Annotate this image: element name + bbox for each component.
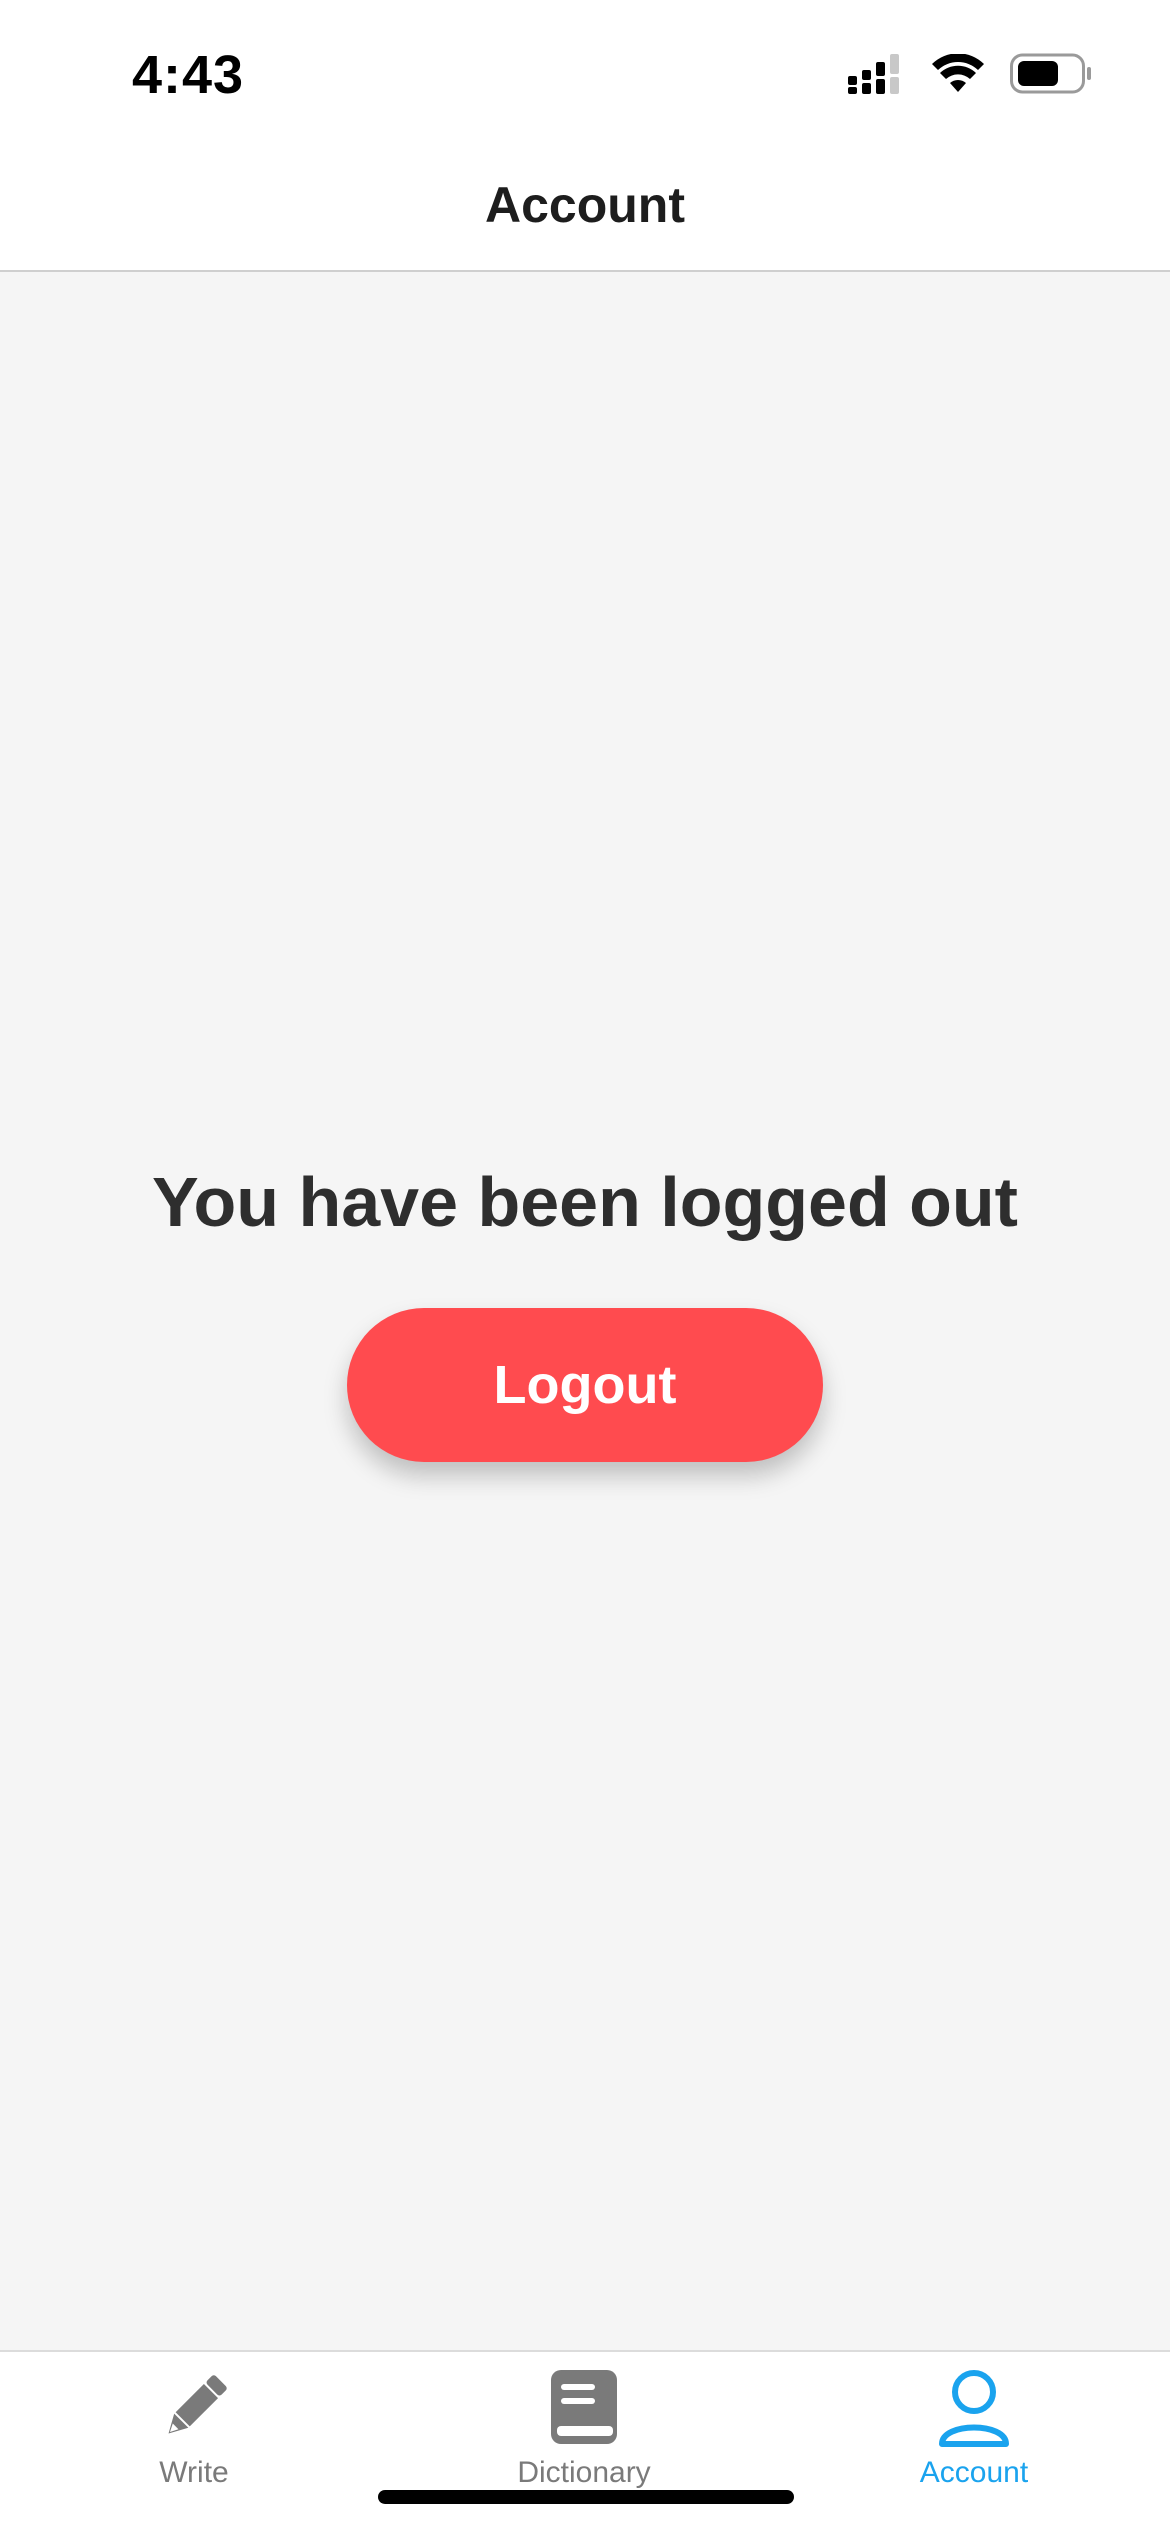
status-bar: 4:43 [0, 0, 1170, 148]
tab-label: Write [159, 2456, 229, 2489]
home-indicator[interactable] [378, 2490, 794, 2504]
book-icon [542, 2366, 626, 2450]
user-icon [932, 2366, 1016, 2450]
pencil-icon [152, 2366, 236, 2450]
main-content: You have been logged out Logout [0, 272, 1170, 2350]
tab-bar: Write Dictionary Account [0, 2350, 1170, 2532]
status-time: 4:43 [132, 45, 245, 105]
logout-button[interactable]: Logout [347, 1308, 823, 1462]
status-icons [848, 52, 1092, 100]
tab-label: Dictionary [517, 2456, 651, 2489]
tab-label: Account [919, 2456, 1029, 2489]
tab-account[interactable]: Account [824, 2366, 1124, 2506]
logged-out-message: You have been logged out [152, 1163, 1018, 1241]
navigation-header: Account [0, 148, 1170, 272]
page-title: Account [485, 177, 685, 233]
cellular-signal-icon [848, 53, 906, 99]
tab-write[interactable]: Write [44, 2366, 344, 2506]
wifi-icon [932, 52, 984, 99]
battery-icon [1010, 53, 1092, 100]
tab-dictionary[interactable]: Dictionary [434, 2366, 734, 2506]
